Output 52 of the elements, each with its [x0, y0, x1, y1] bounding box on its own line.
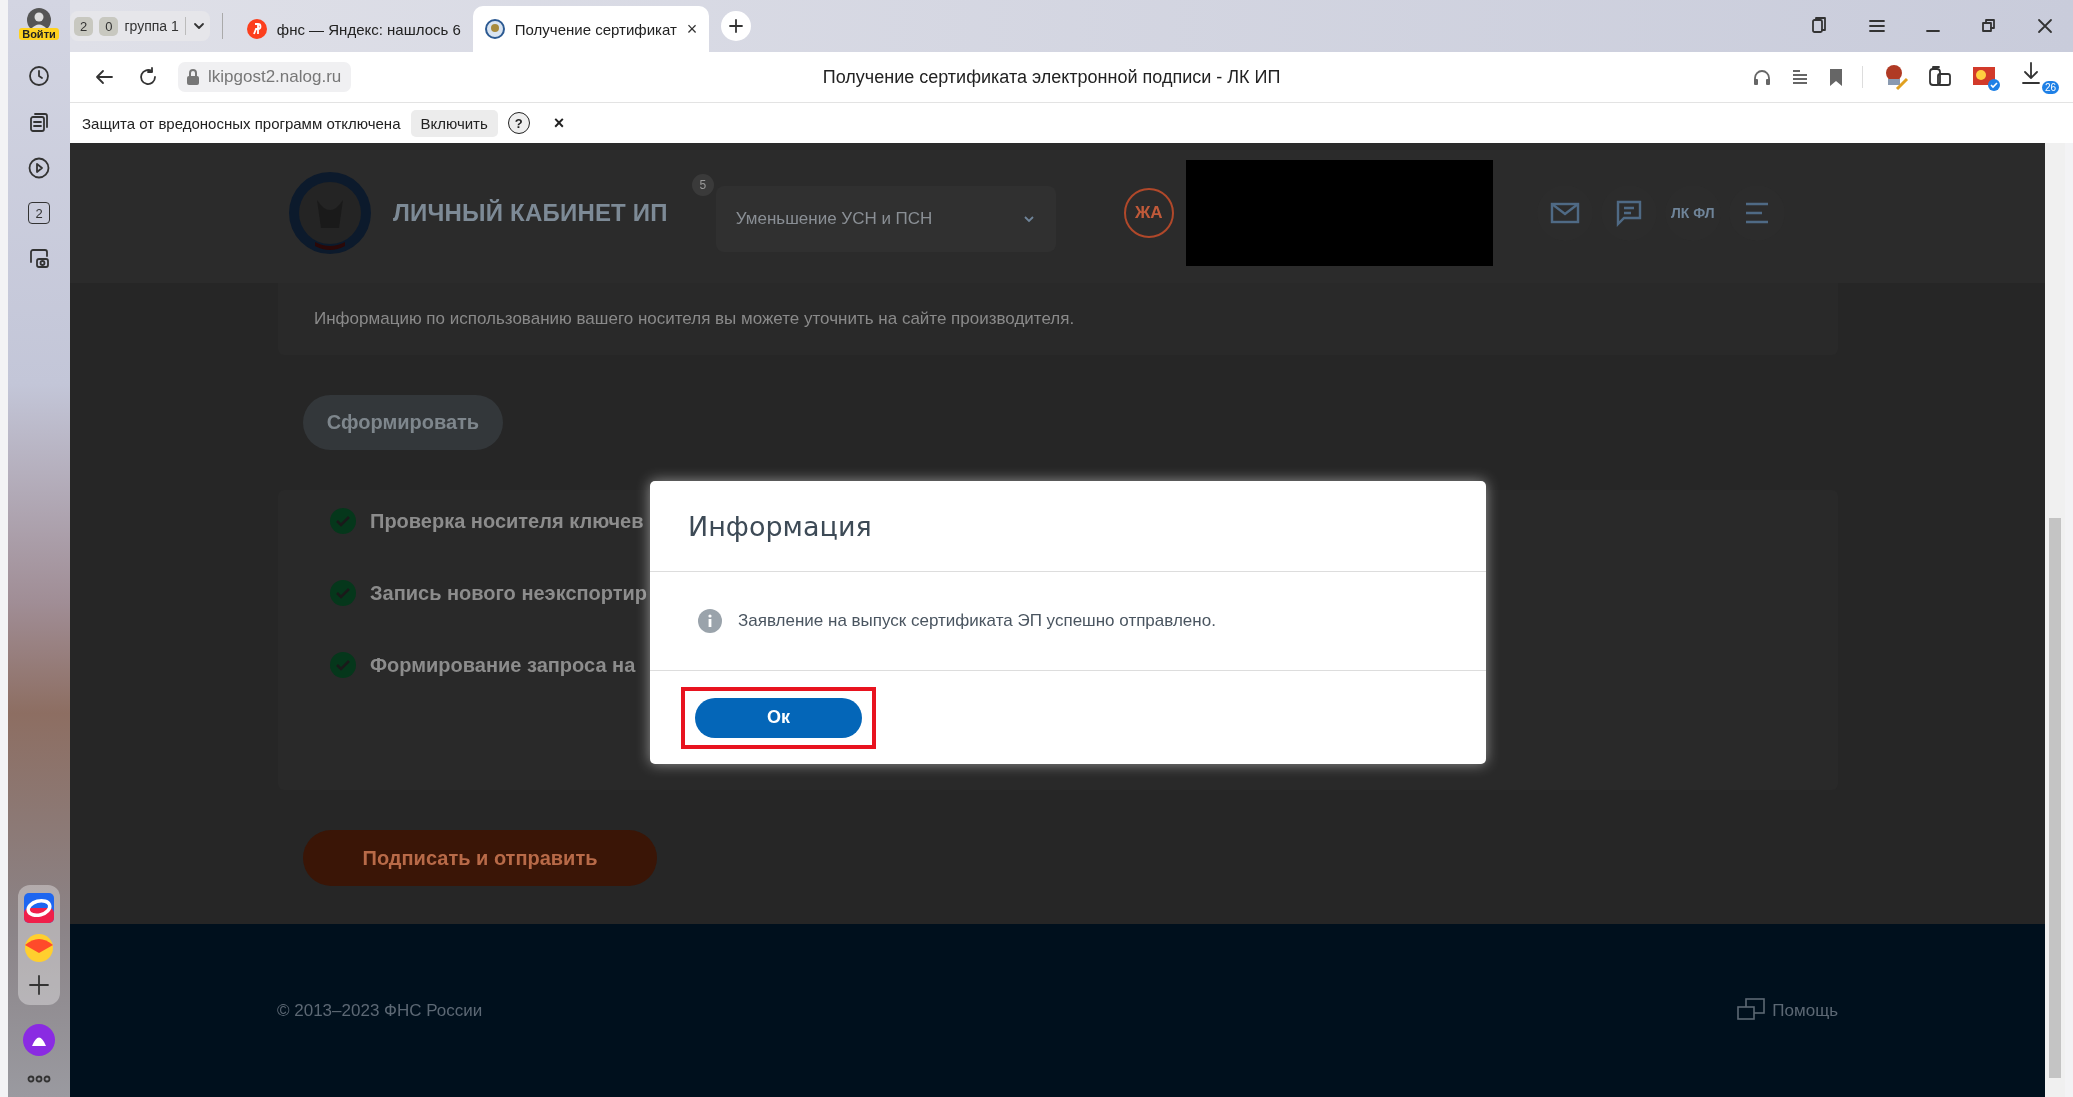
headphones-icon[interactable] — [1752, 67, 1772, 87]
screenshot-icon[interactable] — [27, 246, 51, 270]
sign-in-label[interactable]: Войти — [19, 28, 59, 40]
tab-title: фнс — Яндекс: нашлось 6 — [276, 20, 461, 38]
step-label: Запись нового неэкспортир — [370, 581, 648, 605]
new-tab-icon[interactable] — [728, 18, 745, 34]
app-icon[interactable] — [24, 893, 54, 923]
group-count: 0 — [99, 16, 119, 36]
browser-tab[interactable]: фнс — Яндекс: нашлось 6 — [234, 6, 473, 52]
bookmark-icon[interactable] — [1828, 67, 1844, 87]
mail-icon — [1549, 201, 1580, 225]
info-icon — [698, 609, 722, 633]
plus-icon[interactable] — [27, 973, 51, 997]
ok-button[interactable]: Ок — [695, 697, 862, 738]
emblem-icon — [287, 170, 373, 256]
assistant-icon[interactable] — [22, 1023, 56, 1057]
dialog-title: Информация — [650, 481, 1486, 572]
tab-group[interactable]: 2 0 группа 1 — [70, 11, 210, 41]
downloads-button[interactable]: 26 — [2019, 60, 2059, 94]
scrollbar[interactable] — [2045, 143, 2065, 1097]
enable-button[interactable]: Включить — [410, 109, 498, 137]
play-icon[interactable] — [27, 156, 51, 180]
emblem-favicon-icon — [484, 19, 505, 39]
history-icon[interactable] — [27, 64, 51, 88]
tab-count-button[interactable]: 2 — [28, 202, 50, 224]
page-title: Получение сертификата электронной подписи - ЛК ИП — [821, 66, 1282, 88]
group-label: группа 1 — [124, 18, 179, 34]
group-count: 2 — [74, 16, 94, 36]
cabinet-title: ЛИЧНЫЙ КАБИНЕТ ИП — [393, 199, 668, 227]
more-icon[interactable] — [27, 1075, 51, 1083]
service-dropdown[interactable]: Уменьшение УСН и ПСН — [715, 186, 1056, 252]
notification-badge: 5 — [691, 174, 714, 196]
address-field[interactable]: lkipgost2.nalog.ru — [178, 62, 352, 92]
collections-icon[interactable] — [27, 110, 51, 134]
browser-tab[interactable]: Получение сертификат × — [472, 6, 710, 52]
chat-icon — [1614, 199, 1643, 227]
dialog-message: Заявление на выпуск сертификата ЭП успешно отправлено. — [738, 611, 1216, 631]
lock-icon — [186, 68, 200, 86]
sign-and-send-button[interactable]: Подписать и отправить — [303, 830, 657, 886]
protection-notice: Защита от вредоносных программ отключена — [82, 114, 401, 132]
search-engine-icon — [246, 19, 267, 39]
download-count-badge: 26 — [2041, 81, 2059, 94]
help-button[interactable]: ? — [507, 112, 530, 134]
download-icon — [2019, 60, 2043, 86]
close-notice-button[interactable]: × — [553, 112, 565, 134]
tab-title: Получение сертификат — [514, 20, 677, 38]
step-label: Формирование запроса на — [370, 653, 636, 677]
close-tab-icon[interactable]: × — [686, 18, 698, 40]
step-label: Проверка носителя ключев — [370, 509, 644, 533]
copyright-text: © 2013–2023 ФНС России — [277, 1000, 483, 1021]
personal-account-link[interactable]: ЛК ФЛ — [1671, 205, 1715, 221]
reader-icon[interactable] — [1790, 67, 1810, 87]
